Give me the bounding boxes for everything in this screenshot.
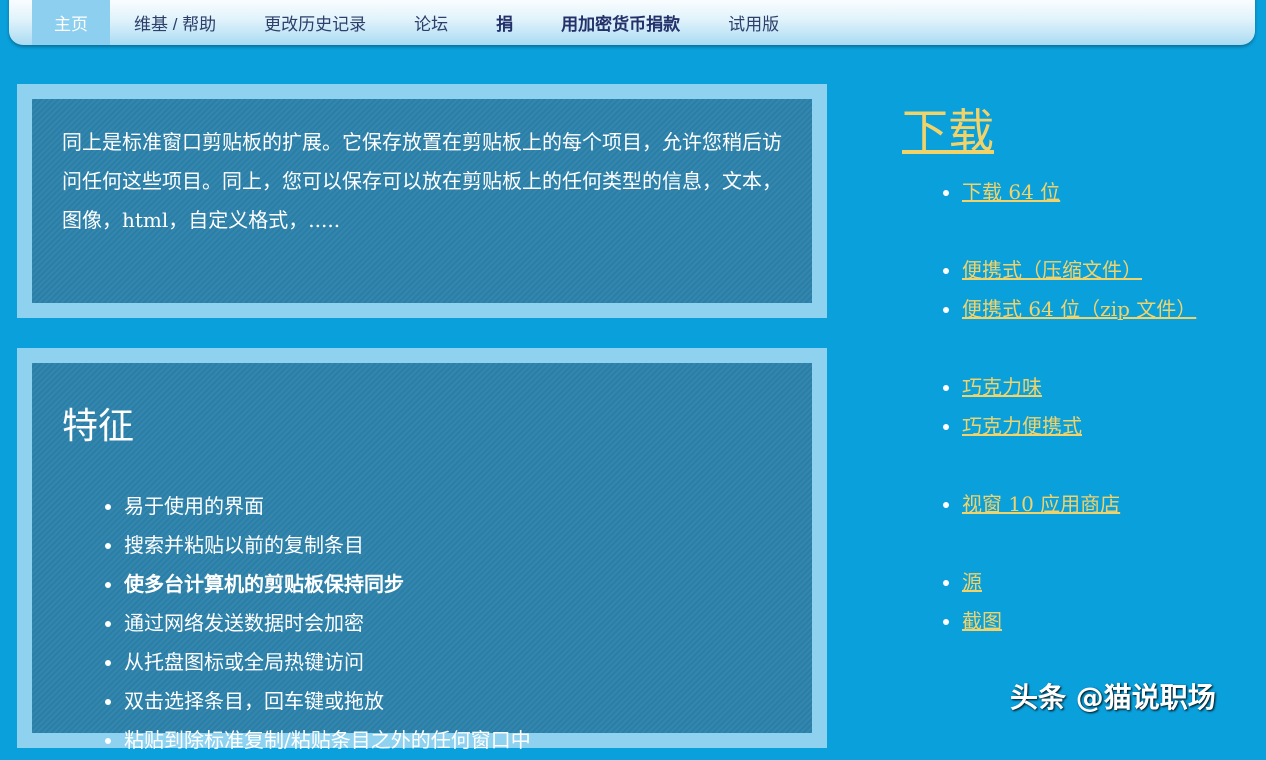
download-sidebar: 下载 下载 64 位 便携式（压缩文件） 便携式 64 位（zip 文件） 巧克… xyxy=(902,95,1196,641)
features-title: 特征 xyxy=(62,397,782,449)
feature-item: 易于使用的界面 xyxy=(124,487,782,526)
nav-changelog[interactable]: 更改历史记录 xyxy=(240,0,390,45)
nav-forum[interactable]: 论坛 xyxy=(390,0,472,45)
feature-item: 通过网络发送数据时会加密 xyxy=(124,604,782,643)
top-nav: 主页 维基 / 帮助 更改历史记录 论坛 捐 用加密货币捐款 试用版 xyxy=(9,0,1255,45)
feature-item: 粘贴到除标准复制/粘贴条目之外的任何窗口中 xyxy=(124,721,782,760)
source-link[interactable]: 源 xyxy=(962,570,982,594)
nav-donate[interactable]: 捐 xyxy=(472,0,537,45)
nav-home[interactable]: 主页 xyxy=(32,0,110,45)
download-heading-link[interactable]: 下载 xyxy=(902,104,994,158)
chocolatey-portable-link[interactable]: 巧克力便携式 xyxy=(962,414,1082,438)
feature-item: 双击选择条目，回车键或拖放 xyxy=(124,682,782,721)
nav-beta[interactable]: 试用版 xyxy=(704,0,803,45)
intro-text: 同上是标准窗口剪贴板的扩展。它保存放置在剪贴板上的每个项目，允许您稍后访问任何这… xyxy=(62,123,782,240)
portable-64bit-zip-link[interactable]: 便携式 64 位（zip 文件） xyxy=(962,297,1196,321)
nav-crypto-donate[interactable]: 用加密货币捐款 xyxy=(537,0,704,45)
watermark: 头条 @猫说职场 xyxy=(1010,676,1216,716)
windows-store-link[interactable]: 视窗 10 应用商店 xyxy=(962,492,1120,516)
features-list: 易于使用的界面 搜索并粘贴以前的复制条目 使多台计算机的剪贴板保持同步 通过网络… xyxy=(62,487,782,760)
feature-item: 从托盘图标或全局热键访问 xyxy=(124,643,782,682)
feature-item: 使多台计算机的剪贴板保持同步 xyxy=(124,565,782,604)
portable-zip-link[interactable]: 便携式（压缩文件） xyxy=(962,258,1142,282)
download-64bit-link[interactable]: 下载 64 位 xyxy=(962,180,1060,204)
features-box: 特征 易于使用的界面 搜索并粘贴以前的复制条目 使多台计算机的剪贴板保持同步 通… xyxy=(17,348,827,748)
feature-item: 搜索并粘贴以前的复制条目 xyxy=(124,526,782,565)
intro-box: 同上是标准窗口剪贴板的扩展。它保存放置在剪贴板上的每个项目，允许您稍后访问任何这… xyxy=(17,84,827,318)
chocolatey-link[interactable]: 巧克力味 xyxy=(962,375,1042,399)
nav-wiki-help[interactable]: 维基 / 帮助 xyxy=(110,0,240,45)
screenshots-link[interactable]: 截图 xyxy=(962,609,1002,633)
